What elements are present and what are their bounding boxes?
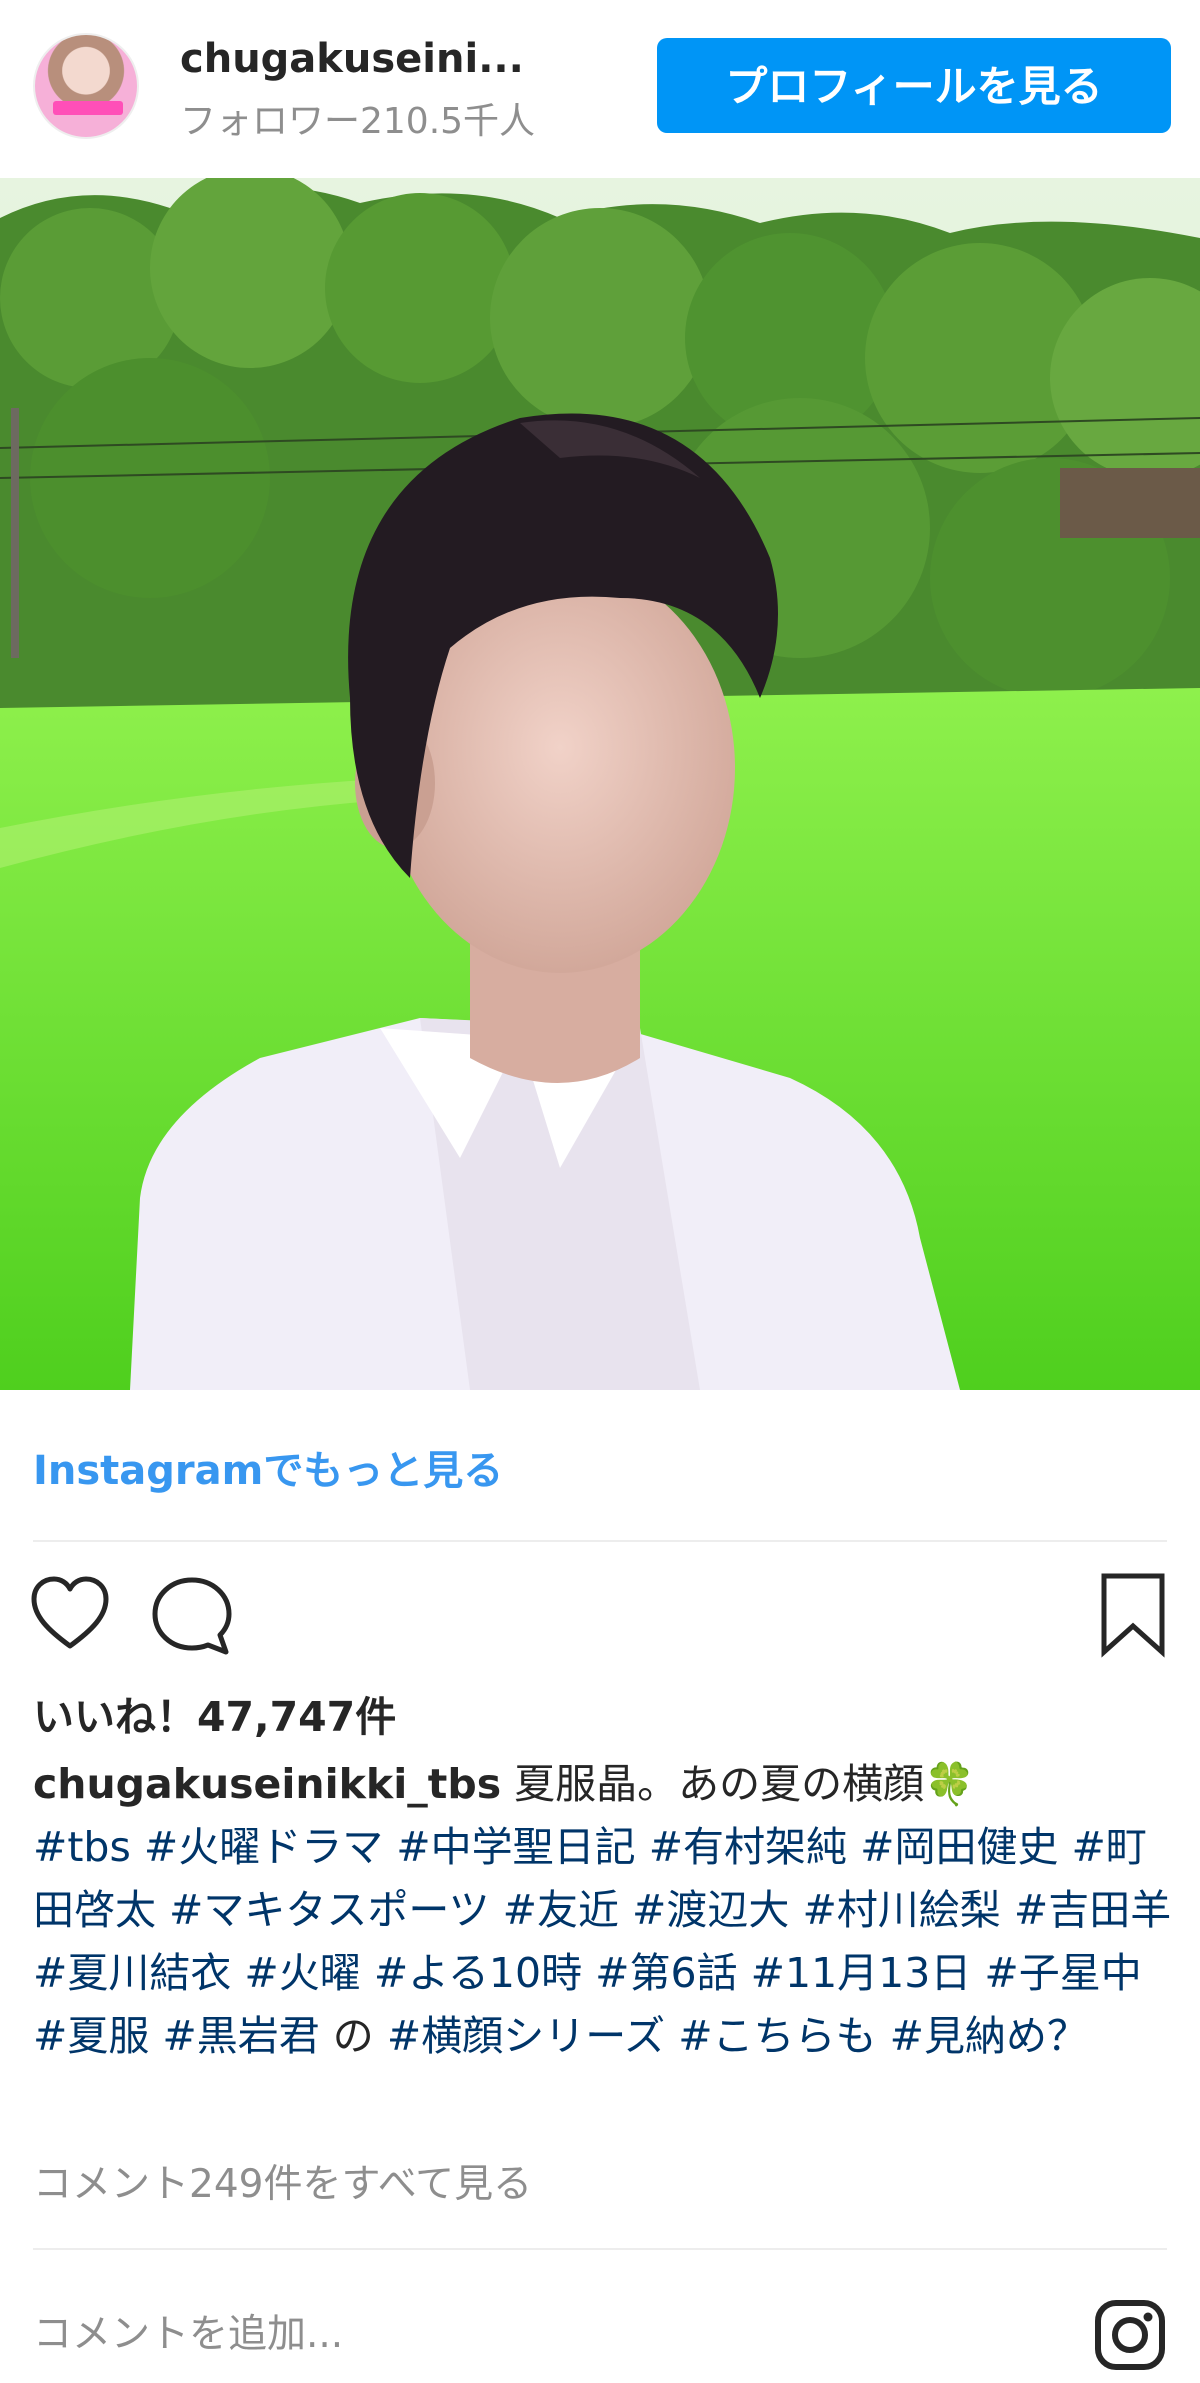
hashtag-link[interactable]: #火曜ドラマ xyxy=(144,1823,383,1871)
hashtag-link[interactable]: #こちらも xyxy=(678,2012,876,2060)
caption-separator xyxy=(383,1823,396,1871)
hashtag-link[interactable]: #中学聖日記 xyxy=(396,1823,635,1871)
divider xyxy=(33,2248,1167,2250)
caption-username[interactable]: chugakuseinikki_tbs xyxy=(33,1760,501,1808)
caption-separator xyxy=(636,1823,649,1871)
hashtag-link[interactable]: #マキタスポーツ xyxy=(169,1886,490,1934)
caption-separator xyxy=(1001,1886,1014,1934)
like-count[interactable]: いいね！47,747件 xyxy=(33,1683,396,1743)
divider xyxy=(33,1540,1167,1542)
avatar[interactable] xyxy=(33,33,139,139)
hashtag-link[interactable]: #岡田健史 xyxy=(860,1823,1058,1871)
caption-separator xyxy=(149,2012,162,2060)
caption-separator: の xyxy=(319,2012,387,2060)
hashtag-link[interactable]: #有村架純 xyxy=(649,1823,847,1871)
hashtag-link[interactable]: #黒岩君 xyxy=(162,2012,319,2060)
hashtag-link[interactable]: #渡辺大 xyxy=(632,1886,789,1934)
caption-separator xyxy=(582,1949,595,1997)
hashtag-link[interactable]: #村川絵梨 xyxy=(802,1886,1000,1934)
caption-separator xyxy=(665,2012,678,2060)
hashtag-link[interactable]: #吉田羊 xyxy=(1014,1886,1171,1934)
clover-emoji: 🍀 xyxy=(924,1760,976,1808)
username[interactable]: chugakuseini... xyxy=(180,36,524,82)
hashtag-link[interactable]: #夏川結衣 xyxy=(33,1949,231,1997)
caption-separator xyxy=(1058,1823,1071,1871)
caption-separator xyxy=(156,1886,169,1934)
hashtag-link[interactable]: #子星中 xyxy=(984,1949,1141,1997)
instagram-icon[interactable] xyxy=(1093,2298,1167,2372)
hashtag-link[interactable]: #よる10時 xyxy=(374,1949,582,1997)
caption-separator xyxy=(847,1823,860,1871)
bookmark-icon[interactable] xyxy=(1098,1570,1168,1658)
hashtag-link[interactable]: #第6話 xyxy=(595,1949,737,1997)
caption-separator xyxy=(738,1949,751,1997)
caption-separator xyxy=(490,1886,503,1934)
caption-separator xyxy=(877,2012,890,2060)
caption-separator xyxy=(131,1823,144,1871)
post-header: chugakuseini... フォロワー210.5千人 プロフィールを見る xyxy=(0,0,1200,172)
view-all-comments-link[interactable]: コメント249件をすべて見る xyxy=(33,2153,532,2209)
view-profile-button[interactable]: プロフィールを見る xyxy=(657,38,1171,133)
caption-separator xyxy=(361,1949,374,1997)
caption-separator xyxy=(971,1949,984,1997)
hashtag-link[interactable]: #夏服 xyxy=(33,2012,149,2060)
comment-icon[interactable] xyxy=(148,1572,236,1660)
hashtag-link[interactable]: #横顔シリーズ xyxy=(387,2012,665,2060)
hashtag-link[interactable]: #友近 xyxy=(503,1886,619,1934)
hashtag-list: #tbs #火曜ドラマ #中学聖日記 #有村架純 #岡田健史 #町田啓太 #マキ… xyxy=(33,1823,1171,2060)
caption-separator xyxy=(231,1949,244,1997)
caption-separator xyxy=(619,1886,632,1934)
post-caption: chugakuseinikki_tbs 夏服晶。あの夏の横顔🍀 #tbs #火曜ド… xyxy=(33,1753,1173,2068)
post-image[interactable] xyxy=(0,178,1200,1390)
heart-icon[interactable] xyxy=(28,1572,112,1656)
caption-text: 夏服晶。あの夏の横顔 xyxy=(501,1760,925,1808)
hashtag-link[interactable]: #11月13日 xyxy=(751,1949,972,1997)
add-comment-input[interactable]: コメントを追加... xyxy=(33,2303,343,2359)
hashtag-link[interactable]: #見納め？ xyxy=(890,2012,1088,2060)
view-more-on-instagram-link[interactable]: Instagramでもっと見る xyxy=(33,1438,503,1496)
follower-count: フォロワー210.5千人 xyxy=(180,101,536,142)
hashtag-link[interactable]: #tbs xyxy=(33,1823,131,1871)
hashtag-link[interactable]: #火曜 xyxy=(244,1949,360,1997)
caption-separator xyxy=(789,1886,802,1934)
